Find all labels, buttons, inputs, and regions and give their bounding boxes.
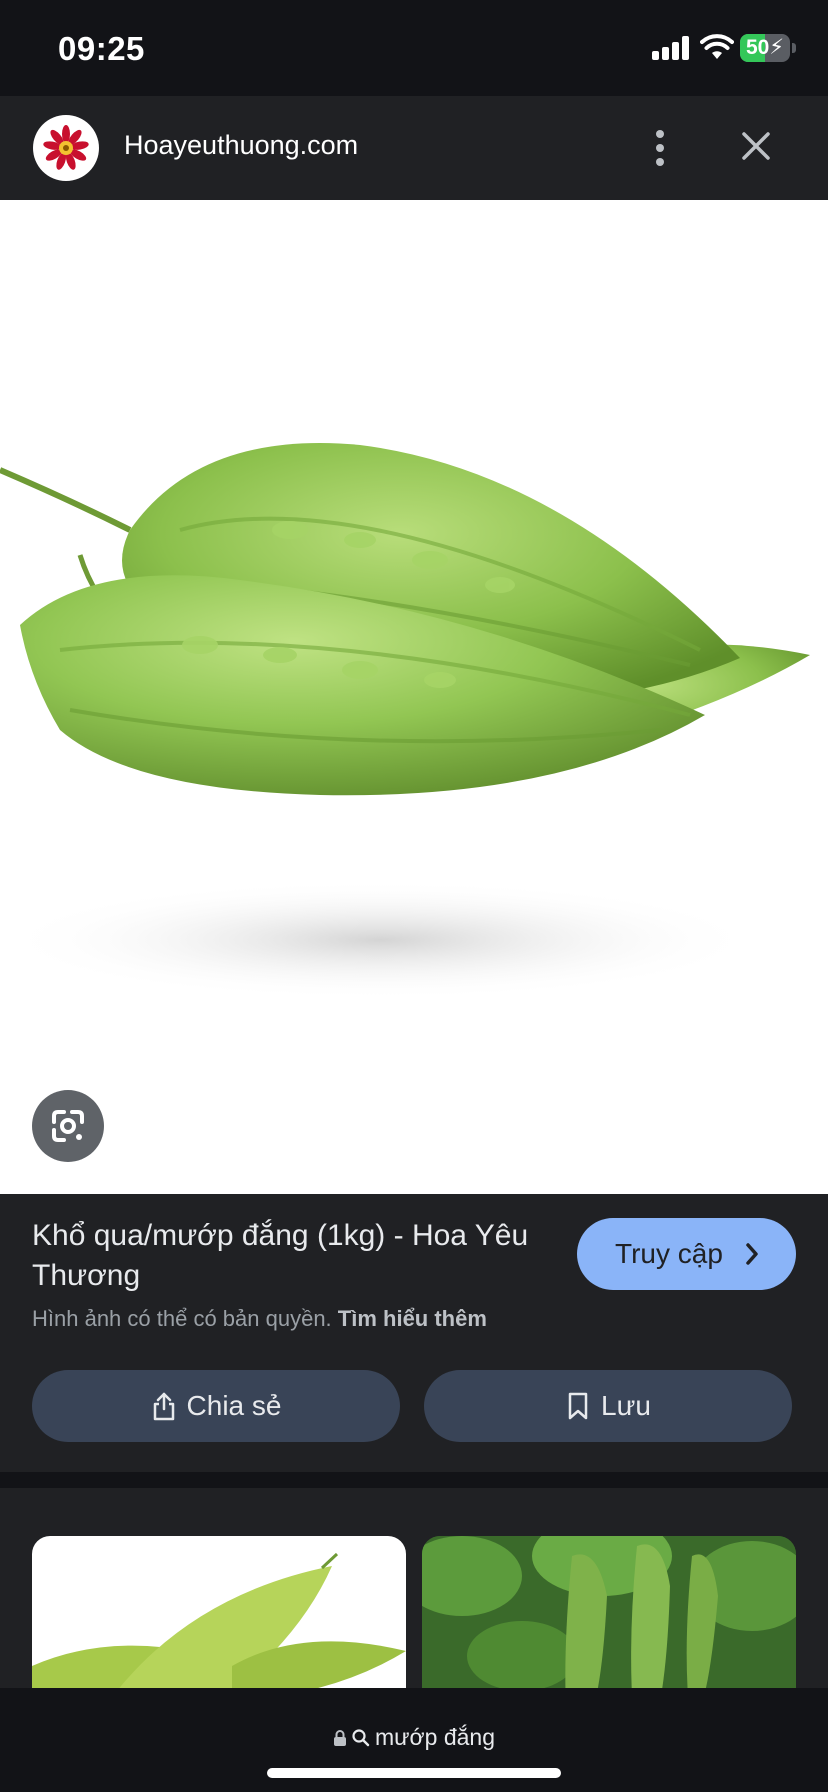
search-query: mướp đắng: [375, 1724, 495, 1750]
save-label: Lưu: [601, 1390, 651, 1421]
copyright-notice: Hình ảnh có thể có bản quyền. Tìm hiểu t…: [32, 1306, 487, 1332]
flower-logo-icon: [43, 125, 89, 170]
home-indicator[interactable]: [267, 1768, 561, 1778]
battery-level-text: 50⚡: [745, 36, 785, 59]
battery-tip: [792, 43, 796, 53]
related-results-panel: [0, 1488, 828, 1688]
search-icon: [352, 1728, 370, 1746]
bookmark-icon: [568, 1392, 588, 1420]
source-header: Hoayeuthuong.com: [0, 96, 828, 200]
bitter-melon-vine-thumbnail: [422, 1536, 796, 1688]
address-bar[interactable]: mướp đắng: [0, 1724, 828, 1753]
share-label: Chia sẻ: [186, 1390, 282, 1421]
status-bar: 09:25 50⚡: [0, 0, 828, 96]
site-name[interactable]: Hoayeuthuong.com: [124, 130, 358, 161]
site-logo[interactable]: [33, 115, 99, 181]
save-button[interactable]: Lưu: [424, 1370, 792, 1442]
close-icon: [742, 132, 770, 160]
page: 09:25 50⚡ Hoayeuthuong.com Khổ qua/mướp …: [0, 0, 828, 1792]
cellular-signal-icon: [652, 36, 692, 60]
browser-bottom-bar: mướp đắng: [0, 1688, 828, 1792]
battery-charging-icon: 50⚡: [740, 34, 790, 62]
bitter-melon-white-thumbnail: [32, 1552, 406, 1688]
related-thumbnail[interactable]: [32, 1536, 406, 1688]
status-time: 09:25: [58, 30, 145, 67]
google-lens-button[interactable]: [32, 1090, 104, 1162]
google-lens-icon: [52, 1110, 84, 1142]
more-options-button[interactable]: [640, 124, 680, 172]
close-button[interactable]: [736, 126, 776, 166]
lock-icon: [334, 1729, 346, 1746]
chevron-right-icon: [746, 1243, 758, 1265]
result-info-panel: Khổ qua/mướp đắng (1kg) - Hoa Yêu Thương…: [0, 1194, 828, 1472]
copyright-text: Hình ảnh có thể có bản quyền.: [32, 1306, 332, 1331]
bitter-melon-photo: [0, 443, 810, 1000]
learn-more-link[interactable]: Tìm hiểu thêm: [338, 1306, 487, 1331]
preview-image[interactable]: [0, 200, 828, 1194]
share-button[interactable]: Chia sẻ: [32, 1370, 400, 1442]
visit-button[interactable]: Truy cập: [577, 1218, 796, 1290]
related-thumbnail[interactable]: [422, 1536, 796, 1688]
result-title[interactable]: Khổ qua/mướp đắng (1kg) - Hoa Yêu Thương: [32, 1216, 552, 1296]
visit-label: Truy cập: [615, 1238, 723, 1269]
wifi-icon: [700, 34, 734, 59]
related-results: [0, 1472, 828, 1688]
share-icon: [153, 1392, 174, 1421]
